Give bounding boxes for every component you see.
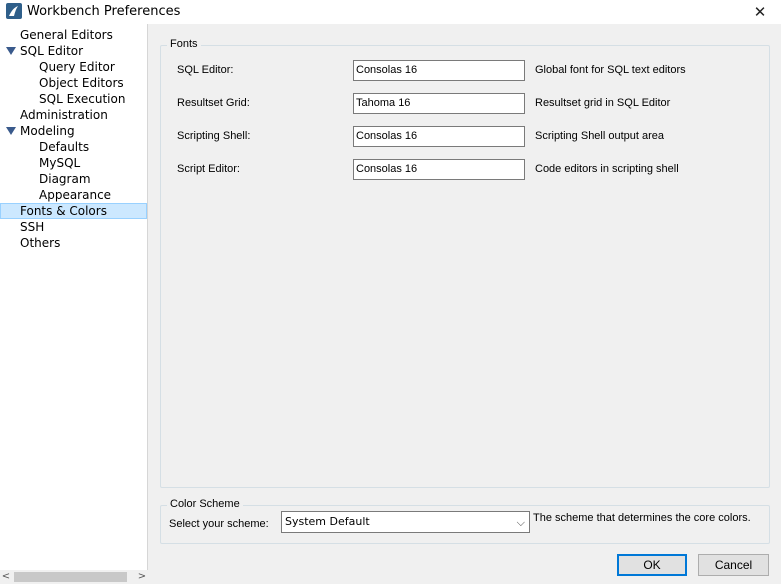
close-icon[interactable]: ✕: [747, 2, 773, 22]
ok-button[interactable]: OK: [617, 554, 687, 576]
color-scheme-dropdown[interactable]: System Default ⌵: [281, 511, 530, 533]
script-editor-font-field[interactable]: Consolas 16: [353, 159, 525, 180]
script-editor-font-description: Code editors in scripting shell: [535, 163, 679, 175]
scripting-shell-font-description: Scripting Shell output area: [535, 130, 665, 142]
resultset-grid-font-label: Resultset Grid:: [177, 97, 250, 109]
sql-editor-font-description: Global font for SQL text editors: [535, 64, 686, 76]
workbench-dolphin-icon: [6, 3, 22, 19]
sidebar-item-defaults[interactable]: Defaults: [39, 139, 89, 155]
sidebar-horizontal-scrollbar[interactable]: < >: [0, 570, 148, 584]
sidebar-item-mysql[interactable]: MySQL: [39, 155, 80, 171]
window-title: Workbench Preferences: [27, 4, 181, 19]
resultset-grid-font-description: Resultset grid in SQL Editor: [535, 97, 671, 109]
sidebar-item-sql-editor[interactable]: SQL Editor: [20, 43, 83, 59]
fonts-group-title: Fonts: [167, 38, 201, 50]
sidebar-item-sql-execution[interactable]: SQL Execution: [39, 91, 125, 107]
sidebar-item-ssh[interactable]: SSH: [20, 219, 44, 235]
expand-arrow-icon[interactable]: [6, 47, 16, 55]
sidebar-item-diagram[interactable]: Diagram: [39, 171, 91, 187]
sidebar-item-others[interactable]: Others: [20, 235, 60, 251]
script-editor-font-label: Script Editor:: [177, 163, 240, 175]
sidebar-item-modeling[interactable]: Modeling: [20, 123, 75, 139]
color-scheme-group-title: Color Scheme: [167, 498, 243, 510]
title-bar: Workbench Preferences ✕: [0, 0, 781, 24]
scroll-left-icon[interactable]: <: [0, 570, 12, 584]
scroll-right-icon[interactable]: >: [136, 570, 148, 584]
cancel-button[interactable]: Cancel: [698, 554, 769, 576]
resultset-grid-font-field[interactable]: Tahoma 16: [353, 93, 525, 114]
sidebar-item-fonts-colors[interactable]: Fonts & Colors: [0, 203, 147, 219]
sql-editor-font-field[interactable]: Consolas 16: [353, 60, 525, 81]
preferences-tree: General Editors SQL Editor Query Editor …: [0, 24, 148, 570]
scrollbar-thumb[interactable]: [14, 572, 127, 582]
sidebar-item-general-editors[interactable]: General Editors: [20, 27, 113, 43]
scripting-shell-font-field[interactable]: Consolas 16: [353, 126, 525, 147]
sql-editor-font-label: SQL Editor:: [177, 64, 234, 76]
color-scheme-selected-value: System Default: [285, 515, 370, 528]
expand-arrow-icon[interactable]: [6, 127, 16, 135]
scheme-select-label: Select your scheme:: [169, 518, 269, 530]
sidebar-item-query-editor[interactable]: Query Editor: [39, 59, 115, 75]
scripting-shell-font-label: Scripting Shell:: [177, 130, 251, 142]
sidebar-item-administration[interactable]: Administration: [20, 107, 108, 123]
chevron-down-icon: ⌵: [516, 516, 525, 529]
sidebar-item-object-editors[interactable]: Object Editors: [39, 75, 124, 91]
sidebar-item-appearance[interactable]: Appearance: [39, 187, 111, 203]
color-scheme-description: The scheme that determines the core colo…: [533, 512, 751, 524]
